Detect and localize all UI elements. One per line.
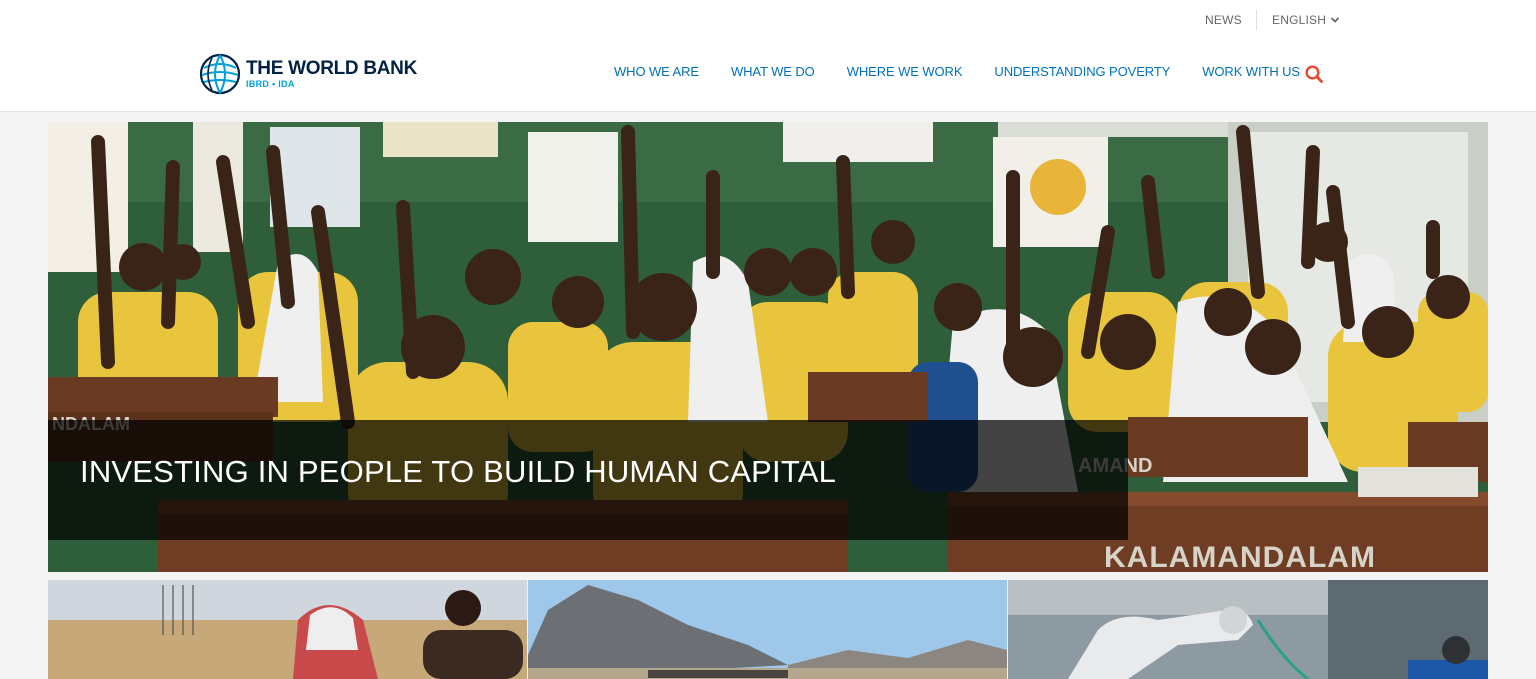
main-nav: WHO WE ARE WHAT WE DO WHERE WE WORK UNDE… <box>614 64 1300 79</box>
logo-title: THE WORLD BANK <box>246 58 418 79</box>
logo-subtitle: IBRD • IDA <box>246 79 295 89</box>
nav-understanding-poverty[interactable]: UNDERSTANDING POVERTY <box>994 64 1170 79</box>
world-bank-logo[interactable]: THE WORLD BANK IBRD • IDA <box>198 52 417 96</box>
desk-text-right: KALAMANDALAM <box>1104 541 1376 572</box>
card-mountain-landscape[interactable] <box>528 580 1007 679</box>
featured-cards <box>48 580 1488 679</box>
card-image-mountains <box>528 580 1007 679</box>
card-desert-workers[interactable] <box>48 580 527 679</box>
language-label: ENGLISH <box>1272 13 1327 27</box>
nav-work-with-us[interactable]: WORK WITH US <box>1202 64 1300 79</box>
site-header: THE WORLD BANK IBRD • IDA WHO WE ARE WHA… <box>0 40 1536 112</box>
hero-title[interactable]: INVESTING IN PEOPLE TO BUILD HUMAN CAPIT… <box>80 454 836 490</box>
language-selector[interactable]: ENGLISH <box>1272 13 1340 27</box>
nav-what-we-do[interactable]: WHAT WE DO <box>731 64 815 79</box>
card-robotic-arm[interactable] <box>1008 580 1488 679</box>
card-image-robot <box>1008 580 1488 679</box>
chevron-down-icon <box>1330 17 1340 23</box>
utility-divider <box>1256 10 1257 30</box>
nav-who-we-are[interactable]: WHO WE ARE <box>614 64 699 79</box>
search-icon[interactable] <box>1304 64 1324 84</box>
news-link[interactable]: NEWS <box>1205 13 1242 27</box>
nav-where-we-work[interactable]: WHERE WE WORK <box>847 64 963 79</box>
globe-icon <box>199 53 241 95</box>
utility-bar: NEWS ENGLISH <box>0 0 1536 40</box>
card-image-desert <box>48 580 527 679</box>
hero-banner[interactable]: NDALAM AMAND KALAMANDALAM INVESTING IN P… <box>48 122 1488 572</box>
